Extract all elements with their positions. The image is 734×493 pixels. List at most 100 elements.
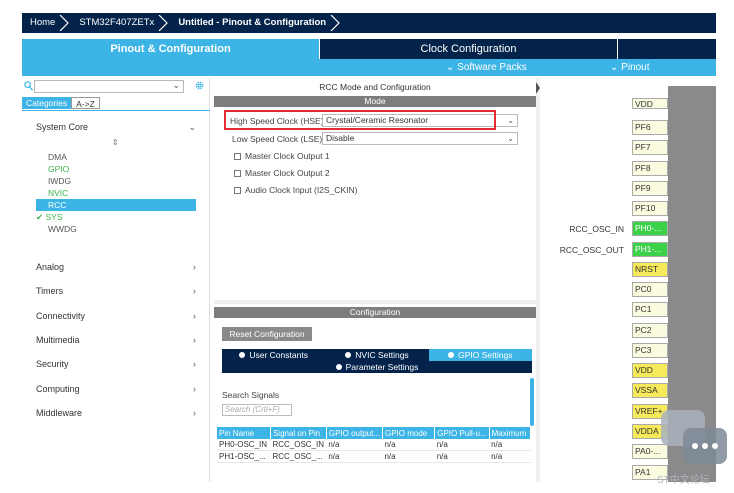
category-timers[interactable]: Timers › <box>36 286 196 296</box>
pin-nrst[interactable]: NRST <box>632 262 668 277</box>
chevron-right-icon <box>158 15 169 31</box>
cell: RCC_OSC_IN <box>270 439 327 451</box>
lse-select-value: Disable <box>326 133 355 143</box>
category-multimedia[interactable]: Multimedia › <box>36 335 196 345</box>
pin-pf9[interactable]: PF9 <box>632 181 668 196</box>
pin-ph1[interactable]: PH1-... <box>632 242 668 257</box>
gear-icon[interactable] <box>194 80 205 91</box>
breadcrumb: Home STM32F407ZETx Untitled - Pinout & C… <box>22 13 716 33</box>
pin-vssa[interactable]: VSSA <box>632 383 668 398</box>
system-core-item-dma[interactable]: DMA <box>48 151 67 163</box>
category-search-input[interactable]: ⌄ <box>34 80 184 93</box>
category-analog[interactable]: Analog › <box>36 262 196 272</box>
category-middleware-label: Middleware <box>36 408 83 418</box>
software-packs-label: Software Packs <box>457 62 527 73</box>
col-gpio-output[interactable]: GPIO output... <box>326 427 383 439</box>
col-gpio-mode[interactable]: GPIO mode <box>382 427 436 439</box>
chevron-right-icon: › <box>193 384 196 394</box>
pinout-menu[interactable]: ⌄ Pinout <box>610 59 650 76</box>
chevron-right-icon <box>330 15 340 31</box>
system-core-item-nvic[interactable]: NVIC <box>48 187 68 199</box>
lse-label: Low Speed Clock (LSE) <box>232 134 323 144</box>
pin-pf10[interactable]: PF10 <box>632 201 668 216</box>
search-signals-label: Search Signals <box>222 390 280 400</box>
col-signal-on-pin[interactable]: Signal on Pin <box>270 427 327 439</box>
cell: n/a <box>489 439 531 451</box>
system-core-item-sys[interactable]: ✔ SYS <box>36 211 63 223</box>
pin-vdd-top[interactable]: VDD <box>632 98 668 109</box>
breadcrumb-device[interactable]: STM32F407ZETx <box>69 13 169 33</box>
category-security-label: Security <box>36 359 69 369</box>
panel-title: RCC Mode and Configuration <box>319 82 431 92</box>
pin-vdd[interactable]: VDD <box>632 363 668 378</box>
configuration-tabs: User Constants NVIC Settings GPIO Settin… <box>222 349 532 361</box>
vertical-scrollbar[interactable] <box>530 378 534 426</box>
table-header-row: Pin Name Signal on Pin GPIO output... GP… <box>217 427 532 439</box>
chevron-right-icon: › <box>193 335 196 345</box>
col-gpio-pull[interactable]: GPIO Pull-u... <box>434 427 490 439</box>
system-core-item-rcc[interactable]: RCC <box>36 199 196 211</box>
category-middleware[interactable]: Middleware › <box>36 408 196 418</box>
pin-pc3[interactable]: PC3 <box>632 343 668 358</box>
status-dot-icon <box>335 364 342 370</box>
search-signals-input[interactable]: Search (Crtl+F) <box>222 404 292 416</box>
tab-categories[interactable]: Categories <box>22 97 72 109</box>
breadcrumb-home[interactable]: Home <box>22 13 70 33</box>
status-dot-icon <box>345 352 352 358</box>
breadcrumb-home-label: Home <box>30 17 56 28</box>
chevron-down-icon[interactable]: ⌄ <box>172 80 180 91</box>
breadcrumb-project[interactable]: Untitled - Pinout & Configuration <box>168 13 340 33</box>
tab-extra[interactable] <box>618 39 716 59</box>
category-connectivity[interactable]: Connectivity › <box>36 311 196 321</box>
cell: n/a <box>434 450 490 463</box>
col-pin-name[interactable]: Pin Name <box>217 427 271 439</box>
pin-pf6[interactable]: PF6 <box>632 120 668 135</box>
cell: n/a <box>489 450 531 463</box>
tab-parameter-settings[interactable]: Parameter Settings <box>222 361 532 373</box>
master-clock-output-1-label: Master Clock Output 1 <box>245 151 330 161</box>
reset-configuration-button[interactable]: Reset Configuration <box>222 327 312 341</box>
table-row[interactable]: PH0-OSC_IN RCC_OSC_IN n/a n/a n/a n/a <box>217 439 531 451</box>
tab-user-constants[interactable]: User Constants <box>222 349 325 361</box>
system-core-item-wwdg[interactable]: WWDG <box>48 223 77 235</box>
watermark-text: ST中文论坛 <box>657 475 710 486</box>
checkbox-icon <box>234 187 241 194</box>
pin-pf7[interactable]: PF7 <box>632 140 668 155</box>
search-icon <box>24 81 33 91</box>
category-multimedia-label: Multimedia <box>36 335 80 345</box>
chevron-right-icon: › <box>193 262 196 272</box>
pin-pc1[interactable]: PC1 <box>632 302 668 317</box>
tab-nvic-settings[interactable]: NVIC Settings <box>325 349 428 361</box>
breadcrumb-project-label: Untitled - Pinout & Configuration <box>178 17 327 28</box>
pin-ph0[interactable]: PH0-... <box>632 221 668 236</box>
sub-toolbar: ⌄ Software Packs ⌄ Pinout <box>22 59 716 76</box>
chevron-right-icon: › <box>193 408 196 418</box>
panel-splitter[interactable] <box>214 300 536 304</box>
software-packs-menu[interactable]: ⌄ Software Packs <box>446 59 527 76</box>
category-computing[interactable]: Computing › <box>36 384 196 394</box>
system-core-item-gpio[interactable]: GPIO <box>48 163 69 175</box>
system-core-item-iwdg[interactable]: IWDG <box>48 175 71 187</box>
hse-highlight-box <box>224 110 496 130</box>
tab-pinout-configuration[interactable]: Pinout & Configuration <box>22 39 319 59</box>
col-maximum[interactable]: Maximum <box>489 427 532 439</box>
table-row[interactable]: PH1-OSC_... RCC_OSC_... n/a n/a n/a n/a <box>217 450 531 463</box>
pin-pc0[interactable]: PC0 <box>632 282 668 297</box>
tab-gpio-settings[interactable]: GPIO Settings <box>428 349 532 361</box>
tab-gpio-settings-label: GPIO Settings <box>458 350 513 360</box>
tab-user-constants-label: User Constants <box>249 350 308 360</box>
status-dot-icon <box>448 352 455 358</box>
sort-icon[interactable]: ⇕ <box>112 138 119 147</box>
master-clock-output-1-checkbox[interactable]: Master Clock Output 1 <box>234 151 330 161</box>
category-security[interactable]: Security › <box>36 359 196 369</box>
lse-select[interactable]: Disable ⌄ <box>322 132 518 145</box>
pin-pf8[interactable]: PF8 <box>632 161 668 176</box>
pin-pc2[interactable]: PC2 <box>632 323 668 338</box>
category-system-core[interactable]: System Core ⌄ <box>36 122 196 132</box>
audio-clock-input-checkbox[interactable]: Audio Clock Input (I2S_CKIN) <box>234 185 357 195</box>
tab-clock-configuration[interactable]: Clock Configuration <box>320 39 617 59</box>
master-clock-output-2-checkbox[interactable]: Master Clock Output 2 <box>234 168 330 178</box>
cell: n/a <box>382 439 435 451</box>
chevron-down-icon: ⌄ <box>446 62 455 73</box>
tab-a-to-z[interactable]: A->Z <box>71 97 100 109</box>
